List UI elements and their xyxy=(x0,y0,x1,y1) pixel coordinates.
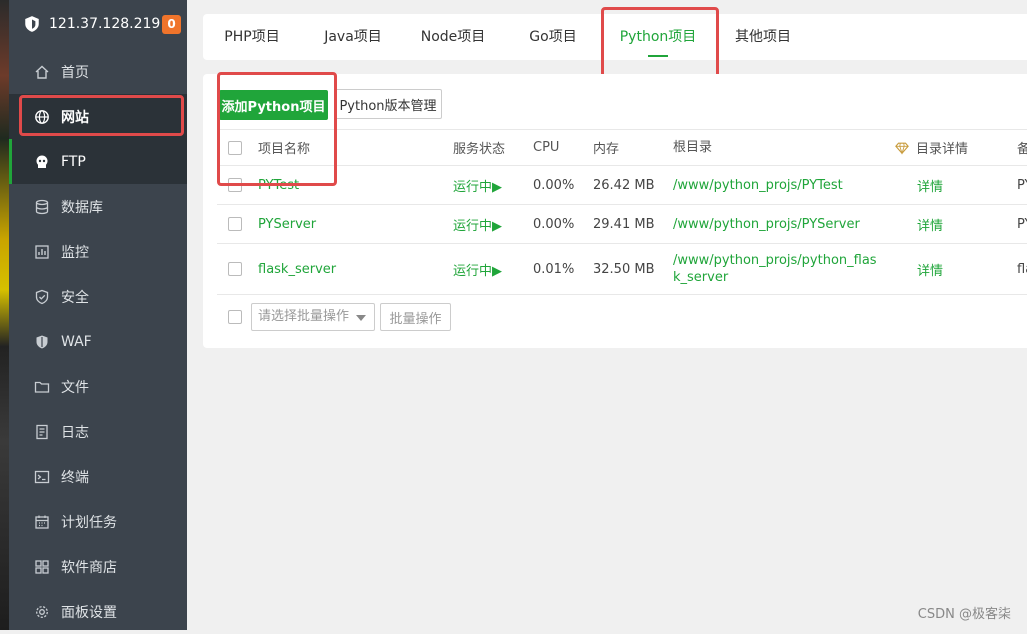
sidebar-item-terminal[interactable]: 终端 xyxy=(9,454,187,499)
sidebar-item-security[interactable]: 安全 xyxy=(9,274,187,319)
tab-node[interactable]: Node项目 xyxy=(413,14,493,60)
detail-link[interactable]: 详情 xyxy=(917,244,943,294)
remark-value: fla xyxy=(1017,261,1027,277)
website-highlight-box xyxy=(19,95,184,136)
batch-select-placeholder: 请选择批量操作 xyxy=(258,309,350,324)
sidebar-item-label: WAF xyxy=(61,333,92,350)
sidebar-item-label: 文件 xyxy=(61,379,89,396)
calendar-icon xyxy=(34,514,50,530)
sidebar-item-waf[interactable]: WAF xyxy=(9,319,187,364)
sidebar-item-label: 面板设置 xyxy=(61,604,117,621)
home-icon xyxy=(34,64,50,80)
sidebar-item-cron[interactable]: 计划任务 xyxy=(9,499,187,544)
row-checkbox[interactable] xyxy=(228,262,242,276)
sidebar-item-monitor[interactable]: 监控 xyxy=(9,229,187,274)
sidebar-item-label: 数据库 xyxy=(61,199,103,216)
sidebar-item-files[interactable]: 文件 xyxy=(9,364,187,409)
project-name-link[interactable]: PYServer xyxy=(258,205,316,243)
cpu-value: 0.00% xyxy=(533,216,575,232)
batch-operation-bar: 请选择批量操作 批量操作 xyxy=(217,303,617,331)
memory-value: 32.50 MB xyxy=(593,261,655,277)
header-detail: 目录详情 xyxy=(895,130,968,165)
header-status: 服务状态 xyxy=(453,142,506,157)
memory-value: 29.41 MB xyxy=(593,216,655,232)
gear-icon xyxy=(34,604,50,620)
root-path-link[interactable]: /www/python_projs/PYServer xyxy=(673,205,883,243)
header-root: 根目录 xyxy=(673,140,713,155)
ftp-icon xyxy=(34,154,50,170)
background-strip xyxy=(0,0,9,630)
monitor-icon xyxy=(34,244,50,260)
memory-value: 26.42 MB xyxy=(593,177,655,193)
sidebar-item-settings[interactable]: 面板设置 xyxy=(9,589,187,634)
tab-other[interactable]: 其他项目 xyxy=(728,14,798,60)
sidebar-item-label: 终端 xyxy=(61,469,89,486)
project-table: 项目名称 服务状态 CPU 内存 根目录 目录详情 备注 PYTest 运行中▶… xyxy=(217,129,1027,295)
folder-icon xyxy=(34,379,50,395)
row-checkbox[interactable] xyxy=(228,217,242,231)
log-icon xyxy=(34,424,50,440)
remark-value: PY xyxy=(1017,216,1027,232)
add-project-highlight-box xyxy=(217,72,337,186)
sidebar-item-label: 监控 xyxy=(61,244,89,261)
sidebar-item-store[interactable]: 软件商店 xyxy=(9,544,187,589)
status-running[interactable]: 运行中▶ xyxy=(453,205,502,243)
sidebar-item-home[interactable]: 首页 xyxy=(9,49,187,94)
cpu-value: 0.00% xyxy=(533,177,575,193)
watermark: CSDN @极客柒 xyxy=(917,607,1011,622)
apps-grid-icon xyxy=(34,559,50,575)
waf-shield-icon xyxy=(34,334,50,350)
root-path-link[interactable]: /www/python_projs/PYTest xyxy=(673,166,883,204)
sidebar-item-label: 首页 xyxy=(61,64,89,81)
sidebar-item-label: FTP xyxy=(61,153,86,170)
root-path-link[interactable]: /www/python_projs/python_flask_server xyxy=(673,244,883,294)
sidebar-item-label: 软件商店 xyxy=(61,559,117,576)
sidebar-item-label: 计划任务 xyxy=(61,514,117,531)
tab-go[interactable]: Go项目 xyxy=(518,14,588,60)
status-running[interactable]: 运行中▶ xyxy=(453,244,502,294)
terminal-icon xyxy=(34,469,50,485)
table-row: PYTest 运行中▶ 0.00% 26.42 MB /www/python_p… xyxy=(217,166,1027,205)
table-row: PYServer 运行中▶ 0.00% 29.41 MB /www/python… xyxy=(217,205,1027,244)
batch-select-checkbox[interactable] xyxy=(228,310,242,324)
status-running[interactable]: 运行中▶ xyxy=(453,166,502,204)
remark-value: PY xyxy=(1017,177,1027,193)
sidebar-item-logs[interactable]: 日志 xyxy=(9,409,187,454)
notification-badge[interactable]: 0 xyxy=(162,14,181,34)
batch-operation-select[interactable]: 请选择批量操作 xyxy=(251,303,375,331)
sidebar-item-ftp[interactable]: FTP xyxy=(9,139,187,184)
batch-operation-button[interactable]: 批量操作 xyxy=(380,303,451,331)
chevron-down-icon xyxy=(356,315,366,321)
server-header: 121.37.128.219 0 xyxy=(9,0,187,48)
sidebar-item-database[interactable]: 数据库 xyxy=(9,184,187,229)
header-remark: 备注 xyxy=(1017,142,1027,157)
tab-php[interactable]: PHP项目 xyxy=(213,14,291,60)
table-header-row: 项目名称 服务状态 CPU 内存 根目录 目录详情 备注 xyxy=(217,130,1027,166)
database-icon xyxy=(34,199,50,215)
project-name-link[interactable]: flask_server xyxy=(258,244,336,294)
shield-check-icon xyxy=(34,289,50,305)
cpu-value: 0.01% xyxy=(533,261,575,277)
python-version-manager-button[interactable]: Python版本管理 xyxy=(334,89,442,119)
table-row: flask_server 运行中▶ 0.01% 32.50 MB /www/py… xyxy=(217,244,1027,295)
python-tab-highlight-box xyxy=(601,7,719,78)
server-shield-icon xyxy=(25,16,39,32)
tab-java[interactable]: Java项目 xyxy=(313,14,393,60)
sidebar-item-label: 日志 xyxy=(61,424,89,441)
diamond-icon xyxy=(895,142,909,155)
sidebar-item-label: 安全 xyxy=(61,289,89,306)
header-detail-label: 目录详情 xyxy=(916,142,969,157)
detail-link[interactable]: 详情 xyxy=(917,166,943,204)
detail-link[interactable]: 详情 xyxy=(917,205,943,243)
header-cpu: CPU xyxy=(533,140,560,155)
server-ip: 121.37.128.219 xyxy=(49,16,161,32)
header-memory: 内存 xyxy=(593,142,620,157)
